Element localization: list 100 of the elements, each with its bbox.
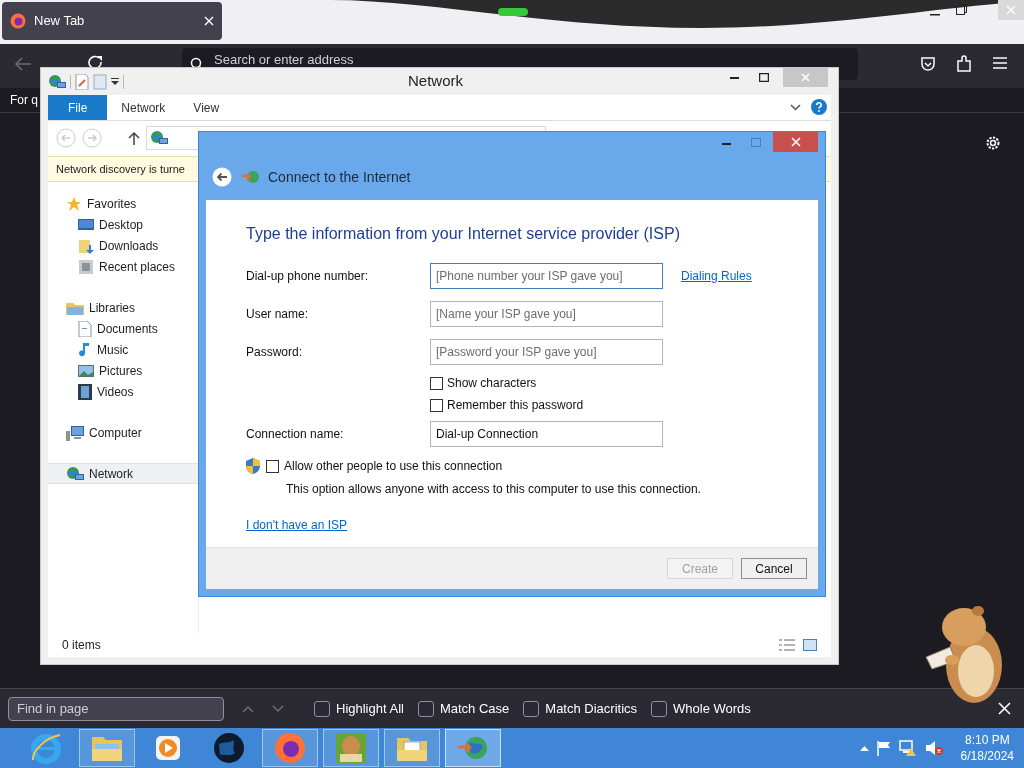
address-placeholder: Search or enter address bbox=[214, 52, 354, 66]
field-label: User name: bbox=[246, 306, 310, 323]
text-field[interactable]: [Password your ISP gave you] bbox=[430, 339, 663, 365]
field-label: Connection name: bbox=[246, 426, 345, 443]
chevron-down-icon[interactable] bbox=[790, 103, 801, 111]
browser-tab[interactable]: New Tab bbox=[2, 2, 222, 40]
extensions-icon[interactable] bbox=[956, 55, 972, 73]
maximize-icon[interactable] bbox=[759, 73, 769, 82]
description-text: This option allows anyone with access to this computer to use this connection. bbox=[286, 481, 702, 498]
dialog-button[interactable]: Cancel bbox=[741, 558, 807, 579]
navigation-label: Favorites bbox=[87, 195, 137, 213]
computer-icon bbox=[66, 424, 84, 441]
navigation-item[interactable]: Computer bbox=[48, 422, 198, 443]
checkbox-label: Show characters bbox=[447, 375, 537, 392]
ribbon-tab[interactable]: Network bbox=[107, 95, 180, 120]
text-field[interactable]: [Phone number your ISP gave you] bbox=[430, 263, 663, 289]
find-option-checkbox[interactable] bbox=[651, 700, 668, 717]
star-icon bbox=[66, 195, 82, 212]
flag-icon[interactable] bbox=[876, 740, 891, 756]
navigation-item[interactable]: Pictures bbox=[48, 360, 198, 381]
chevron-up-icon[interactable] bbox=[859, 745, 869, 751]
field-label: Dial-up phone number: bbox=[246, 268, 370, 285]
find-option-label: Whole Words bbox=[673, 699, 751, 718]
navigation-label: Videos bbox=[97, 383, 134, 401]
dialing-rules-link[interactable]: Dialing Rules bbox=[681, 267, 752, 285]
bookmark-text: For q bbox=[10, 92, 38, 109]
close-icon bbox=[801, 73, 810, 82]
text-field[interactable]: [Name your ISP gave you] bbox=[430, 301, 663, 327]
navigation-item[interactable]: Downloads bbox=[48, 235, 198, 256]
network-globe-icon bbox=[457, 734, 489, 762]
navigation-item[interactable]: Videos bbox=[48, 381, 198, 402]
hamster-box-icon bbox=[335, 732, 367, 764]
find-option-label: Highlight All bbox=[336, 699, 404, 718]
globe-icon bbox=[213, 732, 245, 764]
up-arrow-icon[interactable] bbox=[128, 131, 140, 145]
dropdown-icon[interactable] bbox=[111, 77, 119, 86]
checkbox[interactable] bbox=[430, 398, 443, 412]
checkbox-label: Allow other people to use this connection bbox=[284, 458, 503, 475]
navigation-label: Music bbox=[97, 341, 129, 359]
network-globe-icon bbox=[66, 465, 84, 482]
field-label: Password: bbox=[246, 344, 304, 361]
firefox-icon bbox=[10, 13, 26, 29]
properties-icon[interactable] bbox=[75, 73, 89, 90]
download-folder-icon bbox=[78, 237, 94, 254]
checkbox-label: Remember this password bbox=[447, 397, 584, 414]
navigation-item[interactable]: Recent places bbox=[48, 256, 198, 277]
find-option-checkbox[interactable] bbox=[417, 700, 434, 717]
monitor-icon bbox=[78, 217, 94, 232]
large-icons-view-icon[interactable] bbox=[803, 639, 817, 651]
navigation-label: Computer bbox=[89, 424, 142, 442]
minimize-icon[interactable] bbox=[730, 76, 739, 79]
status-text: 0 items bbox=[62, 637, 102, 654]
navigation-item[interactable]: Desktop bbox=[48, 214, 198, 235]
restore-icon[interactable] bbox=[956, 4, 967, 15]
taskbar-button[interactable] bbox=[384, 729, 440, 767]
navigation-item[interactable]: Network bbox=[48, 463, 198, 484]
chevron-up-icon[interactable] bbox=[242, 704, 254, 713]
film-icon bbox=[78, 383, 92, 400]
settings-icon[interactable] bbox=[985, 135, 1001, 151]
navigation-item[interactable]: Favorites bbox=[48, 193, 198, 214]
menu-icon[interactable] bbox=[993, 57, 1007, 69]
checkbox[interactable] bbox=[430, 376, 443, 390]
close-icon[interactable] bbox=[998, 702, 1011, 715]
close-icon[interactable] bbox=[204, 16, 214, 26]
navigation-item[interactable]: Libraries bbox=[48, 297, 198, 318]
network-globe-icon bbox=[48, 73, 66, 90]
no-isp-link[interactable]: I don't have an ISP bbox=[246, 516, 348, 534]
find-option-checkbox[interactable] bbox=[523, 700, 540, 717]
help-icon[interactable] bbox=[811, 99, 827, 115]
navigation-label: Pictures bbox=[99, 362, 143, 380]
find-option-label: Match Diacritics bbox=[545, 699, 638, 718]
checkbox[interactable] bbox=[266, 459, 279, 473]
text-field[interactable]: Dial-up Connection bbox=[430, 421, 663, 447]
navigation-label: Network bbox=[89, 465, 133, 483]
picture-icon bbox=[78, 363, 94, 378]
ribbon-tab[interactable]: File bbox=[48, 95, 108, 120]
network-warning-icon[interactable] bbox=[898, 739, 917, 757]
find-field[interactable]: Find in page bbox=[8, 696, 224, 721]
shield-icon bbox=[246, 458, 260, 474]
clock-time: 8:10 PM bbox=[964, 732, 1010, 748]
close-button[interactable] bbox=[773, 132, 818, 152]
pocket-icon[interactable] bbox=[920, 56, 936, 72]
network-globe-icon bbox=[150, 130, 168, 146]
firefox-icon bbox=[274, 732, 306, 764]
find-option-checkbox[interactable] bbox=[314, 700, 330, 717]
close-icon bbox=[1006, 5, 1016, 15]
music-note-icon bbox=[78, 341, 92, 358]
navigation-item[interactable]: Documents bbox=[48, 318, 198, 339]
speaker-muted-icon[interactable] bbox=[924, 740, 943, 756]
back-arrow-icon[interactable] bbox=[14, 56, 32, 72]
browser-e-icon bbox=[30, 732, 62, 764]
taskbar-button[interactable] bbox=[445, 729, 501, 767]
navigation-item[interactable]: Music bbox=[48, 339, 198, 360]
back-icon[interactable] bbox=[212, 167, 232, 187]
reload-icon[interactable] bbox=[87, 55, 105, 69]
taskbar-button[interactable] bbox=[262, 729, 318, 767]
dialog-title: Connect to the Internet bbox=[268, 167, 411, 187]
network-globe-icon bbox=[242, 170, 260, 184]
ribbon-tab[interactable]: View bbox=[179, 95, 234, 120]
tab-title: New Tab bbox=[34, 12, 86, 31]
